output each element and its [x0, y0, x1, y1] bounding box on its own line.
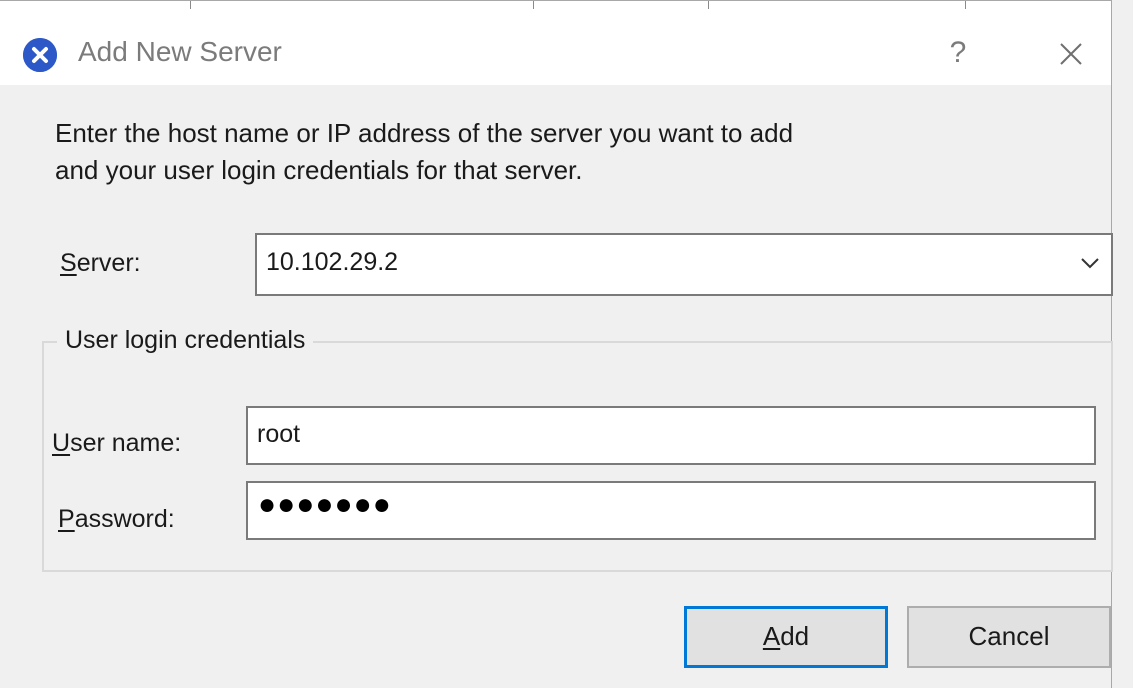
- server-value[interactable]: 10.102.29.2: [266, 248, 398, 277]
- add-button[interactable]: Add: [684, 606, 888, 668]
- instructions-line-2: and your user login credentials for that…: [55, 155, 583, 185]
- server-combobox[interactable]: 10.102.29.2: [255, 233, 1113, 296]
- credentials-group-label: User login credentials: [57, 326, 314, 355]
- username-value[interactable]: root: [257, 420, 300, 449]
- password-label: Password:: [58, 505, 175, 533]
- close-icon[interactable]: [1048, 33, 1094, 77]
- cancel-button[interactable]: Cancel: [907, 606, 1111, 668]
- xencenter-x-icon: [23, 38, 57, 72]
- add-new-server-dialog: Add New Server ? Enter the host name or …: [0, 9, 1113, 688]
- help-button[interactable]: ?: [935, 31, 981, 75]
- password-mask[interactable]: ●●●●●●●: [258, 488, 392, 522]
- title-bar[interactable]: Add New Server ?: [0, 9, 1111, 85]
- chevron-down-icon[interactable]: [1079, 256, 1101, 270]
- username-label: User name:: [52, 429, 182, 457]
- password-field[interactable]: ●●●●●●●: [246, 481, 1096, 540]
- dialog-title: Add New Server: [78, 36, 282, 67]
- server-label: Server:: [60, 249, 141, 277]
- instructions-text: Enter the host name or IP address of the…: [55, 115, 1085, 189]
- instructions-line-1: Enter the host name or IP address of the…: [55, 118, 794, 148]
- username-field[interactable]: root: [246, 406, 1096, 465]
